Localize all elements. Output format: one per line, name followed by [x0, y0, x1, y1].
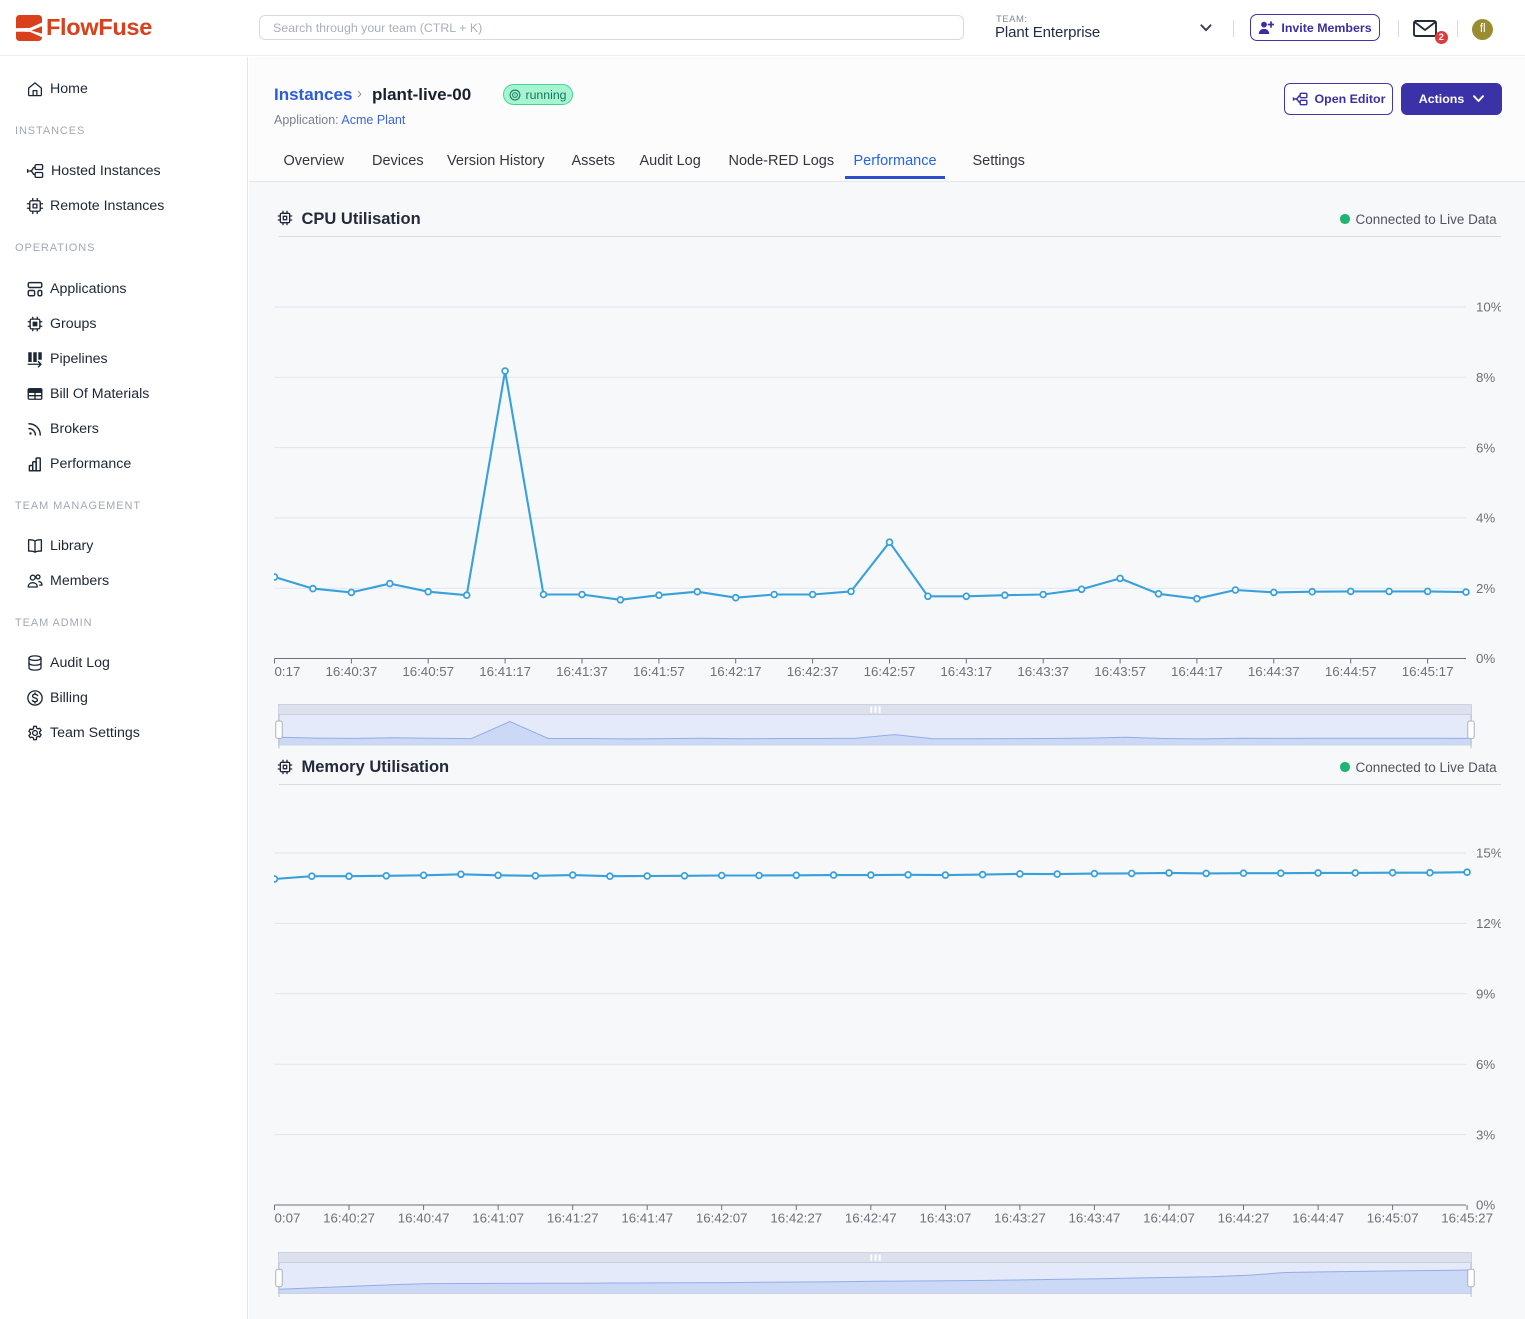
- svg-text:16:42:37: 16:42:37: [787, 664, 839, 679]
- svg-text:0%: 0%: [1476, 651, 1495, 666]
- svg-text:4%: 4%: [1476, 511, 1495, 526]
- svg-text:16:43:17: 16:43:17: [940, 664, 992, 679]
- svg-text:12%: 12%: [1476, 916, 1501, 931]
- svg-text:3%: 3%: [1476, 1127, 1495, 1142]
- svg-text:16:42:07: 16:42:07: [696, 1211, 748, 1226]
- svg-text:16:45:17: 16:45:17: [1402, 664, 1454, 679]
- svg-text:16:40:27: 16:40:27: [323, 1211, 375, 1226]
- svg-text:16:44:07: 16:44:07: [1143, 1211, 1195, 1226]
- svg-text:9%: 9%: [1476, 987, 1495, 1002]
- svg-text:16:42:57: 16:42:57: [864, 664, 916, 679]
- svg-text:16:40:47: 16:40:47: [398, 1211, 450, 1226]
- svg-text:16:43:27: 16:43:27: [994, 1211, 1046, 1226]
- svg-text:16:44:37: 16:44:37: [1248, 664, 1300, 679]
- svg-text:16:41:17: 16:41:17: [479, 664, 531, 679]
- svg-text:16:41:47: 16:41:47: [621, 1211, 673, 1226]
- svg-text:6%: 6%: [1476, 440, 1495, 455]
- svg-text:8%: 8%: [1476, 370, 1495, 385]
- svg-text:16:40:57: 16:40:57: [402, 664, 454, 679]
- svg-text:16:45:27: 16:45:27: [1441, 1211, 1493, 1226]
- svg-text:16:41:57: 16:41:57: [633, 664, 685, 679]
- svg-text:15%: 15%: [1476, 846, 1501, 861]
- svg-text:10%: 10%: [1476, 300, 1501, 315]
- svg-text:16:44:57: 16:44:57: [1325, 664, 1377, 679]
- svg-text:16:42:27: 16:42:27: [770, 1211, 822, 1226]
- svg-text:16:41:37: 16:41:37: [556, 664, 608, 679]
- svg-text:16:44:17: 16:44:17: [1171, 664, 1223, 679]
- svg-text:16:43:57: 16:43:57: [1094, 664, 1146, 679]
- svg-text:16:42:47: 16:42:47: [845, 1211, 897, 1226]
- svg-text:16:41:07: 16:41:07: [472, 1211, 524, 1226]
- svg-text:16:40:37: 16:40:37: [326, 664, 378, 679]
- svg-text:16:43:47: 16:43:47: [1069, 1211, 1121, 1226]
- svg-text:0%: 0%: [1476, 1198, 1495, 1213]
- svg-text:16:41:27: 16:41:27: [547, 1211, 599, 1226]
- svg-text:6%: 6%: [1476, 1057, 1495, 1072]
- svg-text:16:44:27: 16:44:27: [1218, 1211, 1270, 1226]
- svg-text:16:43:37: 16:43:37: [1017, 664, 1069, 679]
- svg-text:16:43:07: 16:43:07: [920, 1211, 972, 1226]
- svg-text:16:40:07: 16:40:07: [274, 1211, 300, 1226]
- svg-text:16:45:07: 16:45:07: [1367, 1211, 1419, 1226]
- svg-text:2%: 2%: [1476, 581, 1495, 596]
- svg-text:16:44:47: 16:44:47: [1292, 1211, 1344, 1226]
- svg-text:16:42:17: 16:42:17: [710, 664, 762, 679]
- svg-text:16:40:17: 16:40:17: [274, 664, 300, 679]
